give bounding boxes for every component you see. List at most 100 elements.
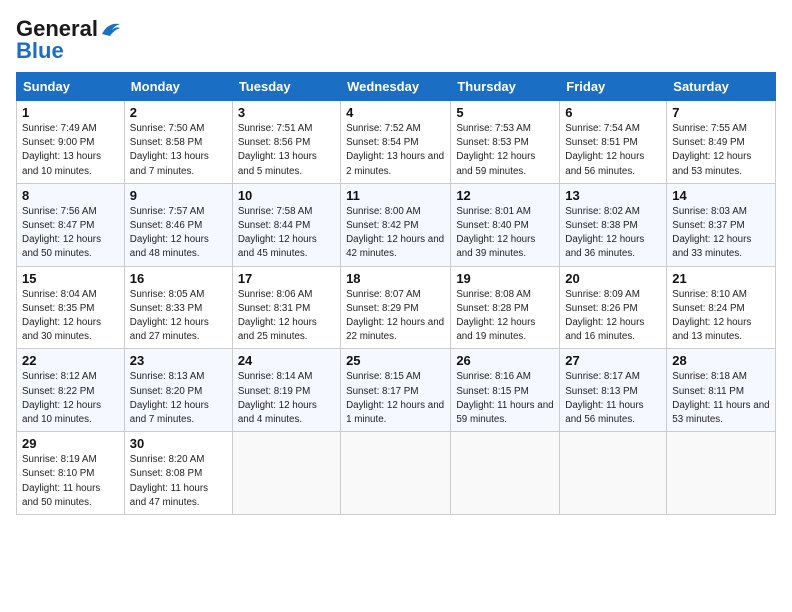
- day-number: 29: [22, 436, 119, 451]
- calendar-cell: 6 Sunrise: 7:54 AM Sunset: 8:51 PM Dayli…: [560, 101, 667, 184]
- day-info: Sunrise: 8:09 AM Sunset: 8:26 PM Dayligh…: [565, 288, 661, 345]
- calendar-cell: 11 Sunrise: 8:00 AM Sunset: 8:42 PM Dayl…: [341, 183, 451, 266]
- day-number: 9: [130, 188, 227, 203]
- calendar-cell: 4 Sunrise: 7:52 AM Sunset: 8:54 PM Dayli…: [341, 101, 451, 184]
- day-number: 19: [456, 271, 554, 286]
- day-info: Sunrise: 8:02 AM Sunset: 8:38 PM Dayligh…: [565, 205, 661, 262]
- day-info: Sunrise: 7:58 AM Sunset: 8:44 PM Dayligh…: [238, 205, 335, 262]
- calendar-table: SundayMondayTuesdayWednesdayThursdayFrid…: [16, 72, 776, 515]
- calendar-cell: 16 Sunrise: 8:05 AM Sunset: 8:33 PM Dayl…: [124, 266, 232, 349]
- calendar-cell: 18 Sunrise: 8:07 AM Sunset: 8:29 PM Dayl…: [341, 266, 451, 349]
- calendar-cell: 28 Sunrise: 8:18 AM Sunset: 8:11 PM Dayl…: [667, 349, 776, 432]
- day-number: 28: [672, 353, 770, 368]
- calendar-cell: 8 Sunrise: 7:56 AM Sunset: 8:47 PM Dayli…: [17, 183, 125, 266]
- day-info: Sunrise: 8:18 AM Sunset: 8:11 PM Dayligh…: [672, 370, 770, 427]
- day-info: Sunrise: 8:10 AM Sunset: 8:24 PM Dayligh…: [672, 288, 770, 345]
- calendar-cell: 9 Sunrise: 7:57 AM Sunset: 8:46 PM Dayli…: [124, 183, 232, 266]
- day-number: 24: [238, 353, 335, 368]
- calendar-cell: 25 Sunrise: 8:15 AM Sunset: 8:17 PM Dayl…: [341, 349, 451, 432]
- logo-bird-icon: [100, 20, 122, 38]
- day-number: 22: [22, 353, 119, 368]
- day-number: 14: [672, 188, 770, 203]
- weekday-tuesday: Tuesday: [232, 73, 340, 101]
- day-info: Sunrise: 8:12 AM Sunset: 8:22 PM Dayligh…: [22, 370, 119, 427]
- day-info: Sunrise: 8:20 AM Sunset: 8:08 PM Dayligh…: [130, 453, 227, 510]
- calendar-cell: [341, 432, 451, 515]
- day-info: Sunrise: 7:54 AM Sunset: 8:51 PM Dayligh…: [565, 122, 661, 179]
- day-number: 17: [238, 271, 335, 286]
- calendar-cell: 29 Sunrise: 8:19 AM Sunset: 8:10 PM Dayl…: [17, 432, 125, 515]
- day-info: Sunrise: 7:50 AM Sunset: 8:58 PM Dayligh…: [130, 122, 227, 179]
- calendar-cell: 7 Sunrise: 7:55 AM Sunset: 8:49 PM Dayli…: [667, 101, 776, 184]
- calendar-cell: 12 Sunrise: 8:01 AM Sunset: 8:40 PM Dayl…: [451, 183, 560, 266]
- day-info: Sunrise: 7:55 AM Sunset: 8:49 PM Dayligh…: [672, 122, 770, 179]
- day-info: Sunrise: 8:19 AM Sunset: 8:10 PM Dayligh…: [22, 453, 119, 510]
- day-info: Sunrise: 8:00 AM Sunset: 8:42 PM Dayligh…: [346, 205, 445, 262]
- weekday-thursday: Thursday: [451, 73, 560, 101]
- calendar-cell: 15 Sunrise: 8:04 AM Sunset: 8:35 PM Dayl…: [17, 266, 125, 349]
- day-info: Sunrise: 8:17 AM Sunset: 8:13 PM Dayligh…: [565, 370, 661, 427]
- day-number: 4: [346, 105, 445, 120]
- day-info: Sunrise: 8:08 AM Sunset: 8:28 PM Dayligh…: [456, 288, 554, 345]
- day-number: 16: [130, 271, 227, 286]
- logo: General Blue: [16, 16, 122, 64]
- calendar-cell: 13 Sunrise: 8:02 AM Sunset: 8:38 PM Dayl…: [560, 183, 667, 266]
- day-info: Sunrise: 7:49 AM Sunset: 9:00 PM Dayligh…: [22, 122, 119, 179]
- day-info: Sunrise: 8:14 AM Sunset: 8:19 PM Dayligh…: [238, 370, 335, 427]
- header: General Blue: [16, 16, 776, 64]
- calendar-cell: 2 Sunrise: 7:50 AM Sunset: 8:58 PM Dayli…: [124, 101, 232, 184]
- day-number: 3: [238, 105, 335, 120]
- day-info: Sunrise: 8:13 AM Sunset: 8:20 PM Dayligh…: [130, 370, 227, 427]
- day-number: 2: [130, 105, 227, 120]
- calendar-cell: [560, 432, 667, 515]
- calendar-cell: [667, 432, 776, 515]
- calendar-cell: [451, 432, 560, 515]
- day-info: Sunrise: 7:51 AM Sunset: 8:56 PM Dayligh…: [238, 122, 335, 179]
- day-number: 7: [672, 105, 770, 120]
- day-info: Sunrise: 8:04 AM Sunset: 8:35 PM Dayligh…: [22, 288, 119, 345]
- day-number: 13: [565, 188, 661, 203]
- calendar-cell: 5 Sunrise: 7:53 AM Sunset: 8:53 PM Dayli…: [451, 101, 560, 184]
- day-number: 10: [238, 188, 335, 203]
- calendar-cell: 19 Sunrise: 8:08 AM Sunset: 8:28 PM Dayl…: [451, 266, 560, 349]
- calendar-cell: 30 Sunrise: 8:20 AM Sunset: 8:08 PM Dayl…: [124, 432, 232, 515]
- day-number: 30: [130, 436, 227, 451]
- day-info: Sunrise: 8:03 AM Sunset: 8:37 PM Dayligh…: [672, 205, 770, 262]
- weekday-sunday: Sunday: [17, 73, 125, 101]
- day-number: 11: [346, 188, 445, 203]
- day-info: Sunrise: 8:15 AM Sunset: 8:17 PM Dayligh…: [346, 370, 445, 427]
- calendar-cell: 27 Sunrise: 8:17 AM Sunset: 8:13 PM Dayl…: [560, 349, 667, 432]
- day-info: Sunrise: 8:06 AM Sunset: 8:31 PM Dayligh…: [238, 288, 335, 345]
- day-number: 23: [130, 353, 227, 368]
- weekday-wednesday: Wednesday: [341, 73, 451, 101]
- day-number: 25: [346, 353, 445, 368]
- calendar-cell: 21 Sunrise: 8:10 AM Sunset: 8:24 PM Dayl…: [667, 266, 776, 349]
- day-number: 15: [22, 271, 119, 286]
- logo-blue: Blue: [16, 38, 64, 64]
- day-info: Sunrise: 7:57 AM Sunset: 8:46 PM Dayligh…: [130, 205, 227, 262]
- day-number: 18: [346, 271, 445, 286]
- calendar-cell: 23 Sunrise: 8:13 AM Sunset: 8:20 PM Dayl…: [124, 349, 232, 432]
- day-info: Sunrise: 7:52 AM Sunset: 8:54 PM Dayligh…: [346, 122, 445, 179]
- day-info: Sunrise: 8:16 AM Sunset: 8:15 PM Dayligh…: [456, 370, 554, 427]
- calendar-cell: 22 Sunrise: 8:12 AM Sunset: 8:22 PM Dayl…: [17, 349, 125, 432]
- calendar-cell: [232, 432, 340, 515]
- calendar-cell: 1 Sunrise: 7:49 AM Sunset: 9:00 PM Dayli…: [17, 101, 125, 184]
- calendar-cell: 14 Sunrise: 8:03 AM Sunset: 8:37 PM Dayl…: [667, 183, 776, 266]
- day-info: Sunrise: 7:56 AM Sunset: 8:47 PM Dayligh…: [22, 205, 119, 262]
- day-number: 5: [456, 105, 554, 120]
- calendar-cell: 17 Sunrise: 8:06 AM Sunset: 8:31 PM Dayl…: [232, 266, 340, 349]
- day-number: 26: [456, 353, 554, 368]
- day-info: Sunrise: 8:01 AM Sunset: 8:40 PM Dayligh…: [456, 205, 554, 262]
- weekday-monday: Monday: [124, 73, 232, 101]
- day-number: 6: [565, 105, 661, 120]
- day-number: 27: [565, 353, 661, 368]
- weekday-friday: Friday: [560, 73, 667, 101]
- day-number: 8: [22, 188, 119, 203]
- day-info: Sunrise: 8:05 AM Sunset: 8:33 PM Dayligh…: [130, 288, 227, 345]
- calendar-cell: 10 Sunrise: 7:58 AM Sunset: 8:44 PM Dayl…: [232, 183, 340, 266]
- day-info: Sunrise: 8:07 AM Sunset: 8:29 PM Dayligh…: [346, 288, 445, 345]
- calendar-cell: 20 Sunrise: 8:09 AM Sunset: 8:26 PM Dayl…: [560, 266, 667, 349]
- day-number: 12: [456, 188, 554, 203]
- day-info: Sunrise: 7:53 AM Sunset: 8:53 PM Dayligh…: [456, 122, 554, 179]
